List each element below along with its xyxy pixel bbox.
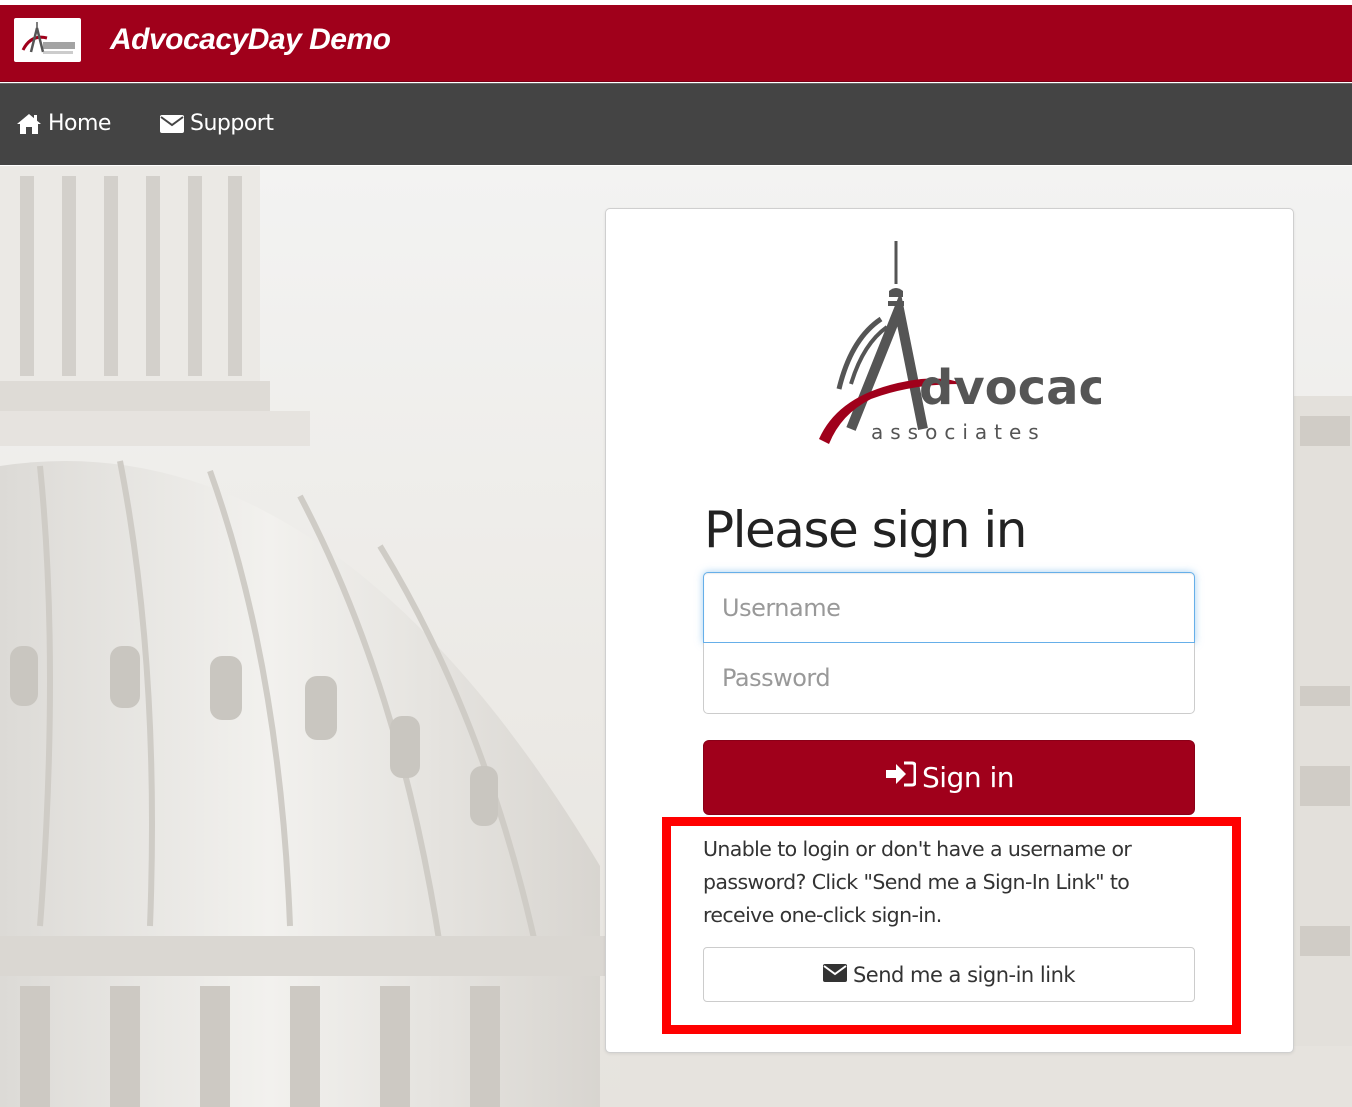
sign-in-label: Sign in bbox=[922, 761, 1015, 794]
sign-in-button[interactable]: Sign in bbox=[703, 740, 1195, 815]
password-field[interactable] bbox=[703, 643, 1195, 714]
send-sign-in-link-button[interactable]: Send me a sign-in link bbox=[703, 947, 1195, 1002]
advocacy-associates-logo: dvocacy associates bbox=[819, 241, 1101, 444]
sign-in-help-text: Unable to login or don't have a username… bbox=[703, 837, 1132, 927]
advocacy-logo-icon bbox=[21, 22, 75, 54]
nav-support-link[interactable]: Support bbox=[160, 111, 274, 136]
main-nav: Home Support bbox=[0, 83, 1352, 165]
nav-support-label: Support bbox=[190, 111, 274, 136]
login-card: dvocacy associates Please sign in Sign i… bbox=[605, 208, 1294, 1053]
app-title[interactable]: AdvocacyDay Demo bbox=[110, 23, 391, 57]
page-title: Please sign in bbox=[704, 501, 1028, 559]
nav-home-link[interactable]: Home bbox=[16, 111, 111, 136]
app-header: AdvocacyDay Demo bbox=[0, 5, 1352, 82]
logo-subtitle: associates bbox=[871, 420, 1046, 444]
sign-in-icon bbox=[884, 761, 917, 794]
envelope-icon bbox=[160, 114, 184, 133]
home-icon bbox=[16, 113, 42, 135]
logo-word: dvocacy bbox=[919, 360, 1101, 416]
envelope-icon bbox=[822, 963, 847, 987]
send-link-label: Send me a sign-in link bbox=[852, 962, 1076, 987]
username-field[interactable] bbox=[703, 572, 1195, 643]
brand-logo[interactable] bbox=[14, 18, 81, 62]
nav-home-label: Home bbox=[48, 111, 111, 136]
